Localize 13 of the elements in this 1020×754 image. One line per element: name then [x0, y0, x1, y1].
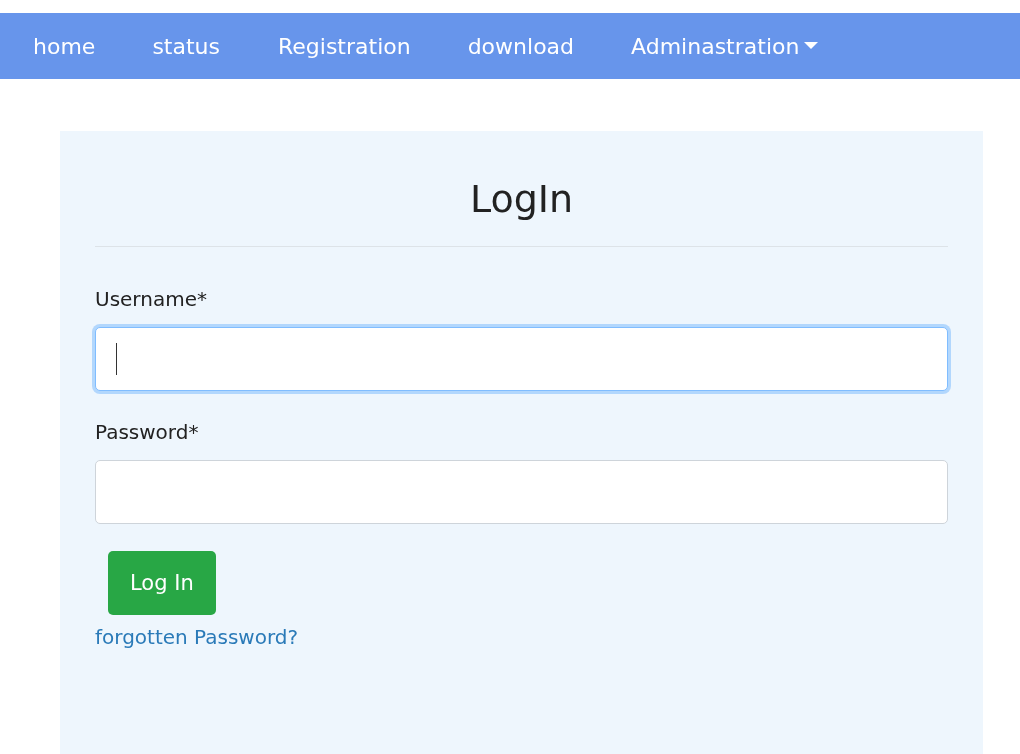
forgot-password-link[interactable]: forgotten Password? [95, 625, 299, 649]
nav-link[interactable]: home [33, 33, 96, 59]
nav-link[interactable]: Adminastration [631, 33, 819, 59]
login-title: LogIn [469, 176, 574, 223]
caret-icon [804, 42, 819, 50]
nav-link[interactable]: Registration [278, 33, 411, 59]
field-label: Password* [95, 420, 199, 444]
field-label: Username* [95, 287, 207, 311]
input-field[interactable] [95, 460, 948, 524]
input-field[interactable] [95, 327, 948, 391]
nav-link[interactable]: status [152, 33, 220, 59]
login-button[interactable]: Log In [108, 551, 216, 615]
nav-link[interactable]: download [467, 33, 575, 59]
